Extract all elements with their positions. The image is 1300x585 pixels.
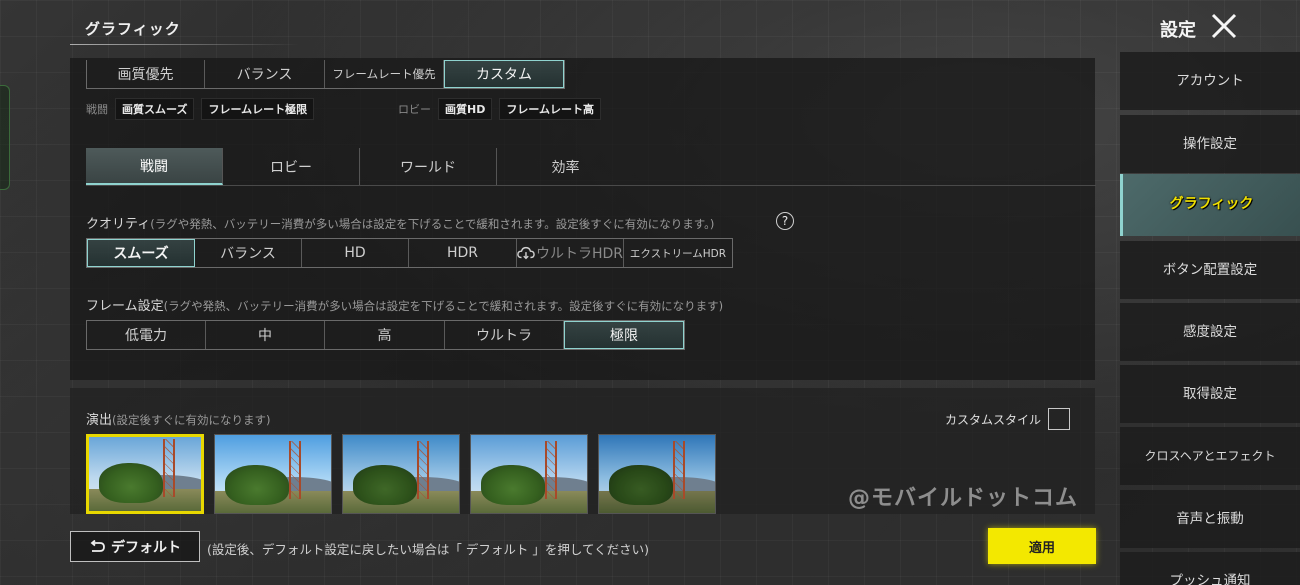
quality-extreme-hdr[interactable]: エクストリームHDR: [624, 239, 732, 267]
preset-selector: 画質優先 バランス フレームレート優先 カスタム: [86, 60, 565, 89]
watermark: @モバイルドットコム: [848, 486, 1079, 511]
default-note: (設定後、デフォルト設定に戻したい場合は「 デフォルト 」を押してください): [207, 542, 649, 557]
sidebar-item-graphics[interactable]: グラフィック: [1120, 174, 1300, 236]
settings-sidebar: アカウント 操作設定 グラフィック ボタン配置設定 感度設定 取得設定 クロスヘ…: [1120, 50, 1300, 585]
style-thumb-4[interactable]: [470, 434, 588, 514]
effects-section-label: 演出(設定後すぐに有効になります): [86, 409, 271, 428]
frame-high[interactable]: 高: [325, 321, 445, 349]
preset-quality-priority[interactable]: 画質優先: [87, 60, 205, 88]
help-icon[interactable]: ?: [776, 212, 794, 230]
quality-hd[interactable]: HD: [302, 239, 409, 267]
battle-framerate-tag: フレームレート極限: [201, 98, 315, 120]
frame-extreme[interactable]: 極限: [564, 321, 684, 349]
preset-framerate-priority[interactable]: フレームレート優先: [325, 60, 444, 88]
left-edge-handle: [0, 85, 10, 190]
frame-section-label: フレーム設定(ラグや発熱、バッテリー消費が多い場合は設定を下げることで緩和されま…: [86, 295, 723, 314]
sidebar-item-push[interactable]: プッシュ通知: [1120, 552, 1300, 585]
quality-hdr[interactable]: HDR: [409, 239, 517, 267]
frame-medium[interactable]: 中: [206, 321, 325, 349]
undo-icon: [90, 539, 105, 552]
preset-custom[interactable]: カスタム: [444, 60, 564, 88]
quality-ultra-hdr[interactable]: ウルトラHDR: [517, 239, 624, 267]
lobby-preset-info: ロビー 画質HD フレームレート高: [398, 98, 602, 120]
frame-ultra[interactable]: ウルトラ: [445, 321, 564, 349]
sidebar-item-crosshair[interactable]: クロスヘアとエフェクト: [1120, 427, 1300, 485]
title-underline: [70, 44, 300, 45]
lobby-quality-tag: 画質HD: [438, 98, 493, 120]
mode-tabs: 戦闘 ロビー ワールド 効率: [86, 148, 1096, 186]
sidebar-item-sound[interactable]: 音声と振動: [1120, 490, 1300, 548]
lobby-preset-label: ロビー: [398, 103, 431, 116]
sidebar-item-button-layout[interactable]: ボタン配置設定: [1120, 241, 1300, 299]
tab-world[interactable]: ワールド: [360, 148, 497, 185]
effects-note: (設定後すぐに有効になります): [112, 413, 271, 427]
quality-balance[interactable]: バランス: [195, 239, 302, 267]
tab-battle[interactable]: 戦闘: [86, 148, 223, 185]
sidebar-item-controls[interactable]: 操作設定: [1120, 115, 1300, 173]
custom-style-label: カスタムスタイル: [945, 412, 1042, 427]
frame-low-power[interactable]: 低電力: [87, 321, 206, 349]
preset-balance[interactable]: バランス: [205, 60, 325, 88]
custom-style-toggle: カスタムスタイル: [945, 408, 1071, 430]
tab-efficiency[interactable]: 効率: [497, 148, 634, 185]
quality-section-label: クオリティ(ラグや発熱、バッテリー消費が多い場合は設定を下げることで緩和されます…: [86, 213, 714, 232]
style-thumbnails: [86, 434, 716, 514]
quality-selector: スムーズ バランス HD HDR ウルトラHDR エクストリームHDR: [86, 238, 733, 268]
tab-lobby[interactable]: ロビー: [223, 148, 360, 185]
custom-style-checkbox[interactable]: [1048, 408, 1071, 430]
style-thumb-2[interactable]: [214, 434, 332, 514]
style-thumb-1[interactable]: [86, 434, 204, 514]
quality-ultra-hdr-label: ウルトラHDR: [535, 246, 623, 262]
frame-title: フレーム設定: [86, 299, 164, 314]
settings-title: 設定: [1160, 20, 1196, 41]
quality-smooth[interactable]: スムーズ: [87, 239, 195, 267]
frame-note: (ラグや発熱、バッテリー消費が多い場合は設定を下げることで緩和されます。設定後す…: [163, 299, 724, 313]
frame-selector: 低電力 中 高 ウルトラ 極限: [86, 320, 685, 350]
effects-title: 演出: [86, 413, 113, 428]
cloud-download-icon: [517, 246, 535, 260]
sidebar-item-pickup[interactable]: 取得設定: [1120, 365, 1300, 423]
apply-button[interactable]: 適用: [988, 528, 1096, 564]
battle-quality-tag: 画質スムーズ: [115, 98, 195, 120]
page-title: グラフィック: [85, 20, 181, 38]
battle-preset-info: 戦闘 画質スムーズ フレームレート極限: [86, 98, 315, 120]
sidebar-item-sensitivity[interactable]: 感度設定: [1120, 303, 1300, 361]
default-button-label: デフォルト: [111, 539, 181, 556]
quality-note: (ラグや発熱、バッテリー消費が多い場合は設定を下げることで緩和されます。設定後す…: [150, 217, 715, 231]
sidebar-item-account[interactable]: アカウント: [1120, 52, 1300, 110]
lobby-framerate-tag: フレームレート高: [499, 98, 602, 120]
default-button[interactable]: デフォルト: [70, 531, 200, 562]
close-icon[interactable]: [1210, 12, 1238, 40]
style-thumb-5[interactable]: [598, 434, 716, 514]
style-thumb-3[interactable]: [342, 434, 460, 514]
battle-preset-label: 戦闘: [86, 103, 108, 116]
quality-title: クオリティ: [86, 217, 151, 232]
